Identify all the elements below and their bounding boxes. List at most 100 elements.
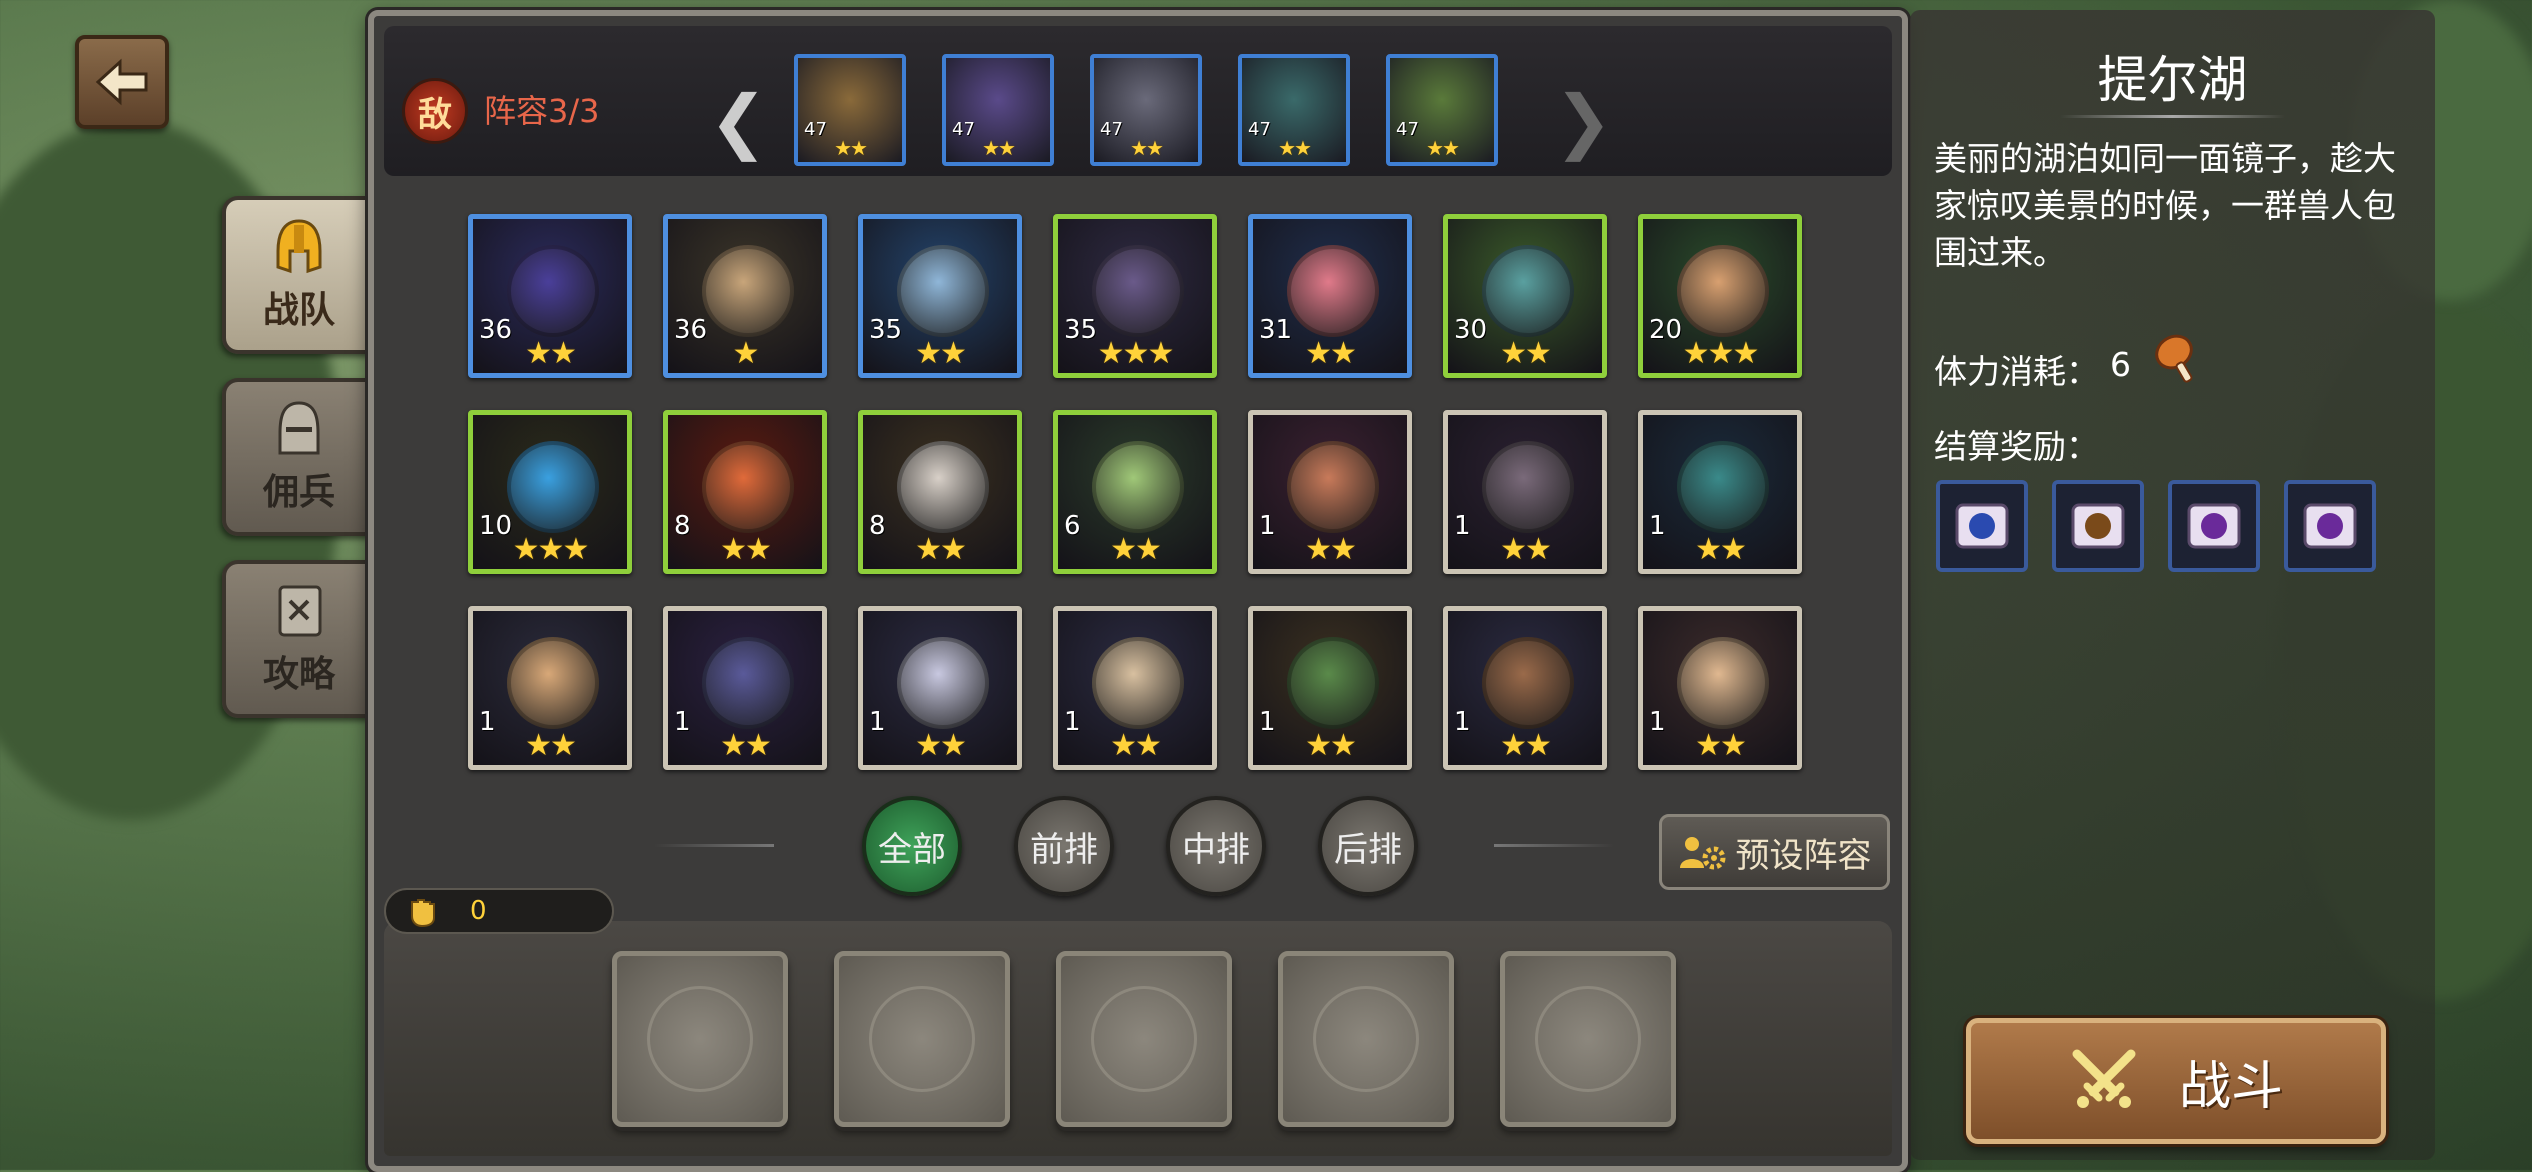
stage-info-panel: 提尔湖 美丽的湖泊如同一面镜子，趁大家惊叹美景的时候，一群兽人包围过来。 体力消…	[1910, 10, 2435, 1160]
enemy-unit-card[interactable]: 47 ★★	[1386, 54, 1498, 166]
tab-mercenary[interactable]: 佣兵	[222, 378, 372, 536]
reward-item[interactable]	[2052, 480, 2144, 572]
helmet-icon	[276, 219, 322, 274]
hero-portrait	[1092, 441, 1184, 533]
filter-front-button[interactable]: 前排	[1014, 796, 1114, 896]
reward-item[interactable]	[2284, 480, 2376, 572]
preset-lineup-label: 预设阵容	[1735, 835, 1872, 876]
brown-item-icon	[2071, 503, 2125, 549]
hero-card[interactable]: 1 ★★	[1638, 606, 1802, 770]
hero-stars: ★★	[1500, 336, 1552, 371]
hero-card[interactable]: 8 ★★	[858, 410, 1022, 574]
hero-card[interactable]: 8 ★★	[663, 410, 827, 574]
hero-stars: ★★	[1110, 728, 1162, 763]
hero-portrait	[507, 245, 599, 337]
formation-slot[interactable]	[834, 951, 1010, 1127]
fight-button[interactable]: 战斗	[1966, 1018, 2386, 1144]
hero-stars: ★★	[1305, 532, 1357, 567]
stage-description: 美丽的湖泊如同一面镜子，趁大家惊叹美景的时候，一群兽人包围过来。	[1934, 139, 2396, 272]
hero-stars: ★★★	[1097, 336, 1175, 371]
stage-title: 提尔湖	[2097, 51, 2248, 109]
hero-card[interactable]: 1 ★★	[468, 606, 632, 770]
hero-card[interactable]: 10 ★★★	[468, 410, 632, 574]
hero-card[interactable]: 36 ★	[663, 214, 827, 378]
stamina-cost-value: 6	[2110, 345, 2131, 384]
chevron-right-icon[interactable]: ❯	[1554, 86, 1613, 156]
hero-card[interactable]: 35 ★★★	[1053, 214, 1217, 378]
hero-stars: ★	[732, 336, 760, 371]
meat-icon	[2155, 334, 2193, 383]
hero-stars: ★★	[1500, 728, 1552, 763]
hero-portrait	[702, 245, 794, 337]
hero-portrait	[1287, 245, 1379, 337]
hero-card[interactable]: 1 ★★	[858, 606, 1022, 770]
formation-slot[interactable]	[1500, 951, 1676, 1127]
hero-card[interactable]: 31 ★★	[1248, 214, 1412, 378]
hero-stars: ★★	[720, 532, 772, 567]
hero-portrait	[1092, 637, 1184, 729]
hero-stars: ★★	[720, 728, 772, 763]
tab-guide[interactable]: 攻略	[222, 560, 372, 718]
formation-slot[interactable]	[1056, 951, 1232, 1127]
hero-portrait	[897, 245, 989, 337]
hero-portrait	[1677, 441, 1769, 533]
filter-back-button[interactable]: 后排	[1318, 796, 1418, 896]
hero-portrait	[507, 637, 599, 729]
filter-all-button[interactable]: 全部	[862, 796, 962, 896]
hero-portrait	[1482, 637, 1574, 729]
hero-portrait	[1287, 637, 1379, 729]
tab-team[interactable]: 战队	[222, 196, 372, 354]
back-button[interactable]	[75, 35, 169, 129]
hero-portrait	[1677, 637, 1769, 729]
enemy-badge: 敌	[402, 78, 468, 144]
hero-portrait	[1092, 245, 1184, 337]
hero-card[interactable]: 6 ★★	[1053, 410, 1217, 574]
team-power-bar: 0	[384, 888, 614, 934]
hero-card[interactable]: 36 ★★	[468, 214, 632, 378]
hero-card[interactable]: 1 ★★	[1248, 410, 1412, 574]
hero-portrait	[897, 441, 989, 533]
hero-card[interactable]: 30 ★★	[1443, 214, 1607, 378]
purple-scroll-icon	[2303, 503, 2357, 549]
reward-item[interactable]	[1936, 480, 2028, 572]
chevron-left-icon[interactable]: ❮	[709, 86, 768, 156]
hero-card[interactable]: 1 ★★	[1443, 410, 1607, 574]
hero-card[interactable]: 1 ★★	[1248, 606, 1412, 770]
hero-portrait	[702, 441, 794, 533]
hero-stars: ★★	[1500, 532, 1552, 567]
tab-guide-label: 攻略	[262, 654, 335, 695]
reward-item[interactable]	[2168, 480, 2260, 572]
lineup-counter: 阵容3/3	[484, 92, 600, 130]
filter-middle-button[interactable]: 中排	[1166, 796, 1266, 896]
enemy-unit-card[interactable]: 47 ★★	[1090, 54, 1202, 166]
hero-portrait	[507, 441, 599, 533]
rewards-label: 结算奖励：	[1934, 427, 2099, 466]
enemy-unit-stars: ★★	[1130, 136, 1164, 160]
hero-stars: ★★	[915, 728, 967, 763]
hero-stars: ★★	[1695, 728, 1747, 763]
formation-slot[interactable]	[612, 951, 788, 1127]
team-power-value: 0	[470, 896, 487, 926]
hero-card[interactable]: 1 ★★	[1053, 606, 1217, 770]
tab-team-label: 战队	[262, 290, 335, 331]
hero-portrait	[1482, 245, 1574, 337]
formation-slot[interactable]	[1278, 951, 1454, 1127]
preset-lineup-button[interactable]: 预设阵容	[1659, 814, 1890, 890]
hero-card[interactable]: 20 ★★★	[1638, 214, 1802, 378]
hero-portrait	[1287, 441, 1379, 533]
hero-stars: ★★	[1695, 532, 1747, 567]
enemy-unit-card[interactable]: 47 ★★	[942, 54, 1054, 166]
hero-portrait	[1482, 441, 1574, 533]
hero-card[interactable]: 1 ★★	[1443, 606, 1607, 770]
hero-card[interactable]: 35 ★★	[858, 214, 1022, 378]
crossed-swords-icon	[2072, 1049, 2136, 1108]
enemy-unit-card[interactable]: 47 ★★	[1238, 54, 1350, 166]
stamina-cost-label: 体力消耗：	[1934, 352, 2099, 391]
hero-card[interactable]: 1 ★★	[1638, 410, 1802, 574]
enemy-unit-card[interactable]: 47 ★★	[794, 54, 906, 166]
enemy-unit-stars: ★★	[1426, 136, 1460, 160]
fist-icon	[411, 899, 435, 928]
purple-scroll-icon	[2187, 503, 2241, 549]
formation-slots	[384, 921, 1892, 1156]
hero-card[interactable]: 1 ★★	[663, 606, 827, 770]
